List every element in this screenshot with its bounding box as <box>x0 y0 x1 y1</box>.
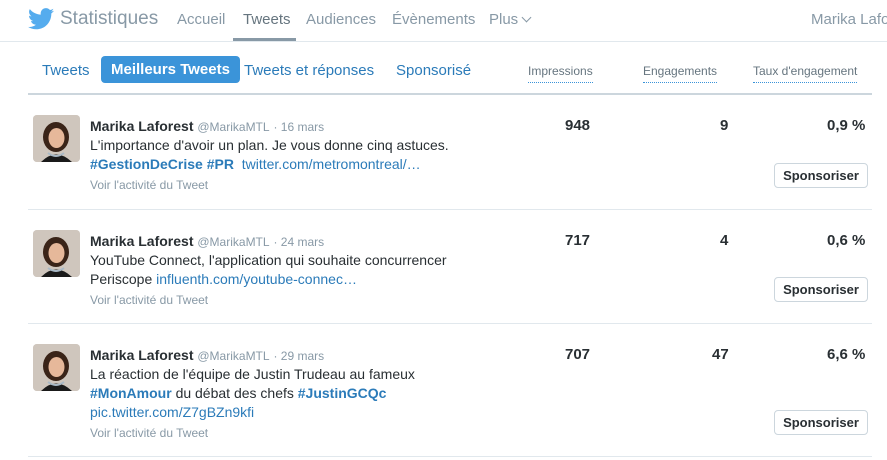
tweet-text: L'importance d'avoir un plan. Je vous do… <box>90 136 520 174</box>
author-handle[interactable]: @MarikaMTL <box>197 120 269 134</box>
impressions-value: 717 <box>565 232 591 249</box>
sponsor-button[interactable]: Sponsoriser <box>774 277 868 302</box>
tweet-row: Marika Laforest @MarikaMTL · 16 mars L'i… <box>28 95 872 210</box>
active-nav-indicator <box>233 38 296 41</box>
engagements-value: 9 <box>720 117 729 134</box>
tweet-date[interactable]: · 29 mars <box>273 349 324 363</box>
nav-plus-label: Plus <box>489 11 519 28</box>
avatar[interactable] <box>33 115 80 162</box>
tab-tweets[interactable]: Tweets <box>42 62 90 79</box>
tweet-text-line: YouTube Connect, l'application qui souha… <box>90 252 447 268</box>
avatar[interactable] <box>33 344 80 391</box>
nav-evenements[interactable]: Évènements <box>392 11 475 28</box>
author-handle[interactable]: @MarikaMTL <box>197 349 269 363</box>
column-engagement-rate[interactable]: Taux d'engagement <box>753 64 858 83</box>
tweet-text: La réaction de l'équipe de Justin Trudea… <box>90 365 520 422</box>
tweet-text-line: L'importance d'avoir un plan. Je vous do… <box>90 137 449 153</box>
tweet-link[interactable]: twitter.com/metromontreal/… <box>242 156 421 172</box>
column-engagements[interactable]: Engagements <box>643 64 718 83</box>
author-name[interactable]: Marika Laforest <box>90 118 193 134</box>
hashtags[interactable]: #GestionDeCrise #PR <box>90 156 234 172</box>
sponsor-button[interactable]: Sponsoriser <box>774 410 868 435</box>
tweet-meta: Marika Laforest @MarikaMTL · 24 mars <box>90 232 520 251</box>
tweet-date[interactable]: · 16 mars <box>273 120 324 134</box>
tab-meilleurs-tweets[interactable]: Meilleurs Tweets <box>101 56 240 83</box>
hashtag[interactable]: #MonAmour <box>90 385 172 401</box>
tweet-meta: Marika Laforest @MarikaMTL · 16 mars <box>90 117 520 136</box>
tweet-content: Marika Laforest @MarikaMTL · 16 mars L'i… <box>90 117 520 192</box>
engagement-rate-value: 6,6 % <box>827 346 866 363</box>
hashtag[interactable]: #JustinGCQc <box>298 385 387 401</box>
engagement-rate-value: 0,9 % <box>827 117 866 134</box>
tweet-content: Marika Laforest @MarikaMTL · 29 mars La … <box>90 346 520 440</box>
tweet-date[interactable]: · 24 mars <box>273 235 324 249</box>
nav-tweets[interactable]: Tweets <box>243 11 291 28</box>
tweet-link[interactable]: pic.twitter.com/Z7gBZn9kfi <box>90 403 520 422</box>
tweet-link[interactable]: influenth.com/youtube-connec… <box>156 271 357 287</box>
chevron-down-icon <box>521 12 532 23</box>
tweet-row: Marika Laforest @MarikaMTL · 29 mars La … <box>28 324 872 457</box>
twitter-bird-icon[interactable] <box>28 8 54 30</box>
impressions-value: 707 <box>565 346 591 363</box>
column-impressions[interactable]: Impressions <box>528 64 593 83</box>
tweet-text-fragment: du débat des chefs <box>175 385 294 401</box>
engagements-value: 47 <box>712 346 729 363</box>
impressions-value: 948 <box>565 117 591 134</box>
brand-title[interactable]: Statistiques <box>60 8 158 30</box>
tab-tweets-et-reponses[interactable]: Tweets et réponses <box>244 62 374 79</box>
tweet-text-line: La réaction de l'équipe de Justin Trudea… <box>90 366 415 382</box>
author-handle[interactable]: @MarikaMTL <box>197 235 269 249</box>
tweet-meta: Marika Laforest @MarikaMTL · 29 mars <box>90 346 520 365</box>
author-name[interactable]: Marika Laforest <box>90 233 193 249</box>
author-name[interactable]: Marika Laforest <box>90 347 193 363</box>
view-activity-link[interactable]: Voir l'activité du Tweet <box>90 293 520 307</box>
tweet-content: Marika Laforest @MarikaMTL · 24 mars You… <box>90 232 520 307</box>
avatar[interactable] <box>33 230 80 277</box>
sponsor-button[interactable]: Sponsoriser <box>774 163 868 188</box>
nav-audiences[interactable]: Audiences <box>306 11 376 28</box>
tweet-text: YouTube Connect, l'application qui souha… <box>90 251 520 289</box>
engagement-rate-value: 0,6 % <box>827 232 866 249</box>
top-nav: Statistiques Accueil Tweets Audiences Év… <box>0 0 887 42</box>
tweet-row: Marika Laforest @MarikaMTL · 24 mars You… <box>28 210 872 324</box>
engagements-value: 4 <box>720 232 729 249</box>
tab-sponsorise[interactable]: Sponsorisé <box>396 62 471 79</box>
view-activity-link[interactable]: Voir l'activité du Tweet <box>90 178 520 192</box>
user-menu[interactable]: Marika Lafor <box>811 11 887 28</box>
view-activity-link[interactable]: Voir l'activité du Tweet <box>90 426 520 440</box>
nav-accueil[interactable]: Accueil <box>177 11 225 28</box>
tweet-text-line: Periscope <box>90 271 153 287</box>
nav-plus[interactable]: Plus <box>489 11 532 28</box>
